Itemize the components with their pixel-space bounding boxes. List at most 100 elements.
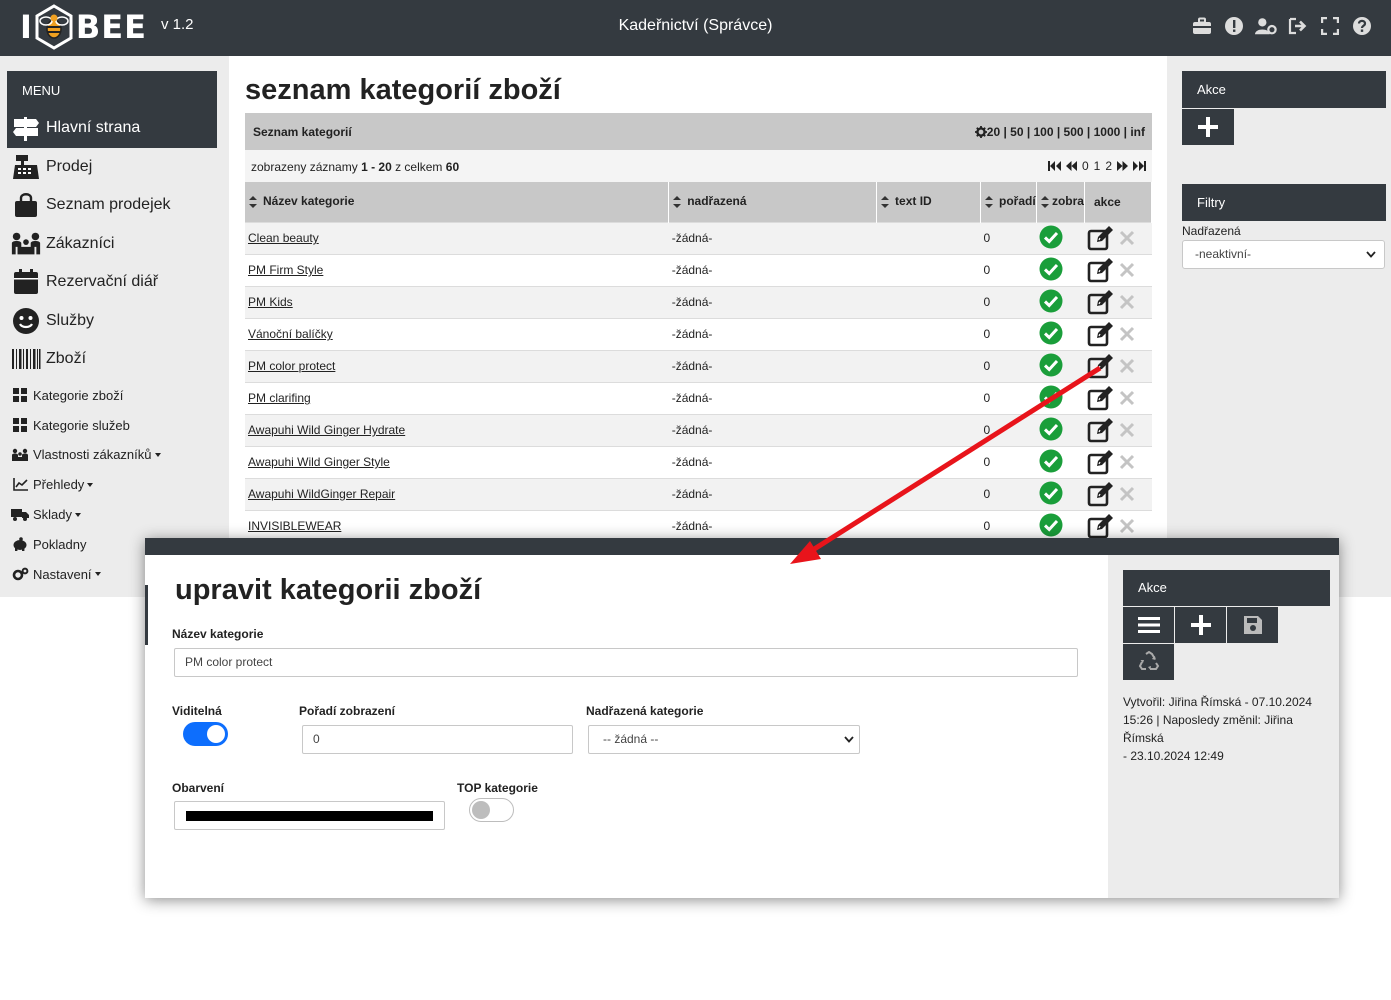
category-link[interactable]: Awapuhi Wild Ginger Style	[248, 455, 390, 469]
help-icon[interactable]	[1351, 14, 1373, 38]
page-link[interactable]: 2	[1105, 159, 1112, 173]
check-circle-icon[interactable]	[1039, 289, 1063, 313]
category-link[interactable]: PM Kids	[248, 295, 293, 309]
sidebar-item-prodej[interactable]: Prodej	[7, 148, 217, 187]
fullscreen-icon[interactable]	[1319, 14, 1341, 38]
color-picker[interactable]	[174, 801, 445, 830]
category-link[interactable]: PM Firm Style	[248, 263, 323, 277]
edit-icon[interactable]	[1087, 449, 1115, 475]
filter-parent-select[interactable]: -neaktivní-	[1182, 240, 1385, 269]
sidebar-item-prehledy[interactable]: Přehledy	[7, 470, 217, 500]
next-page-icon[interactable]	[1117, 161, 1128, 171]
edit-icon[interactable]	[1087, 225, 1115, 251]
list-button[interactable]	[1123, 607, 1174, 643]
sidebar-item-rezervacni-diar[interactable]: Rezervační diář	[7, 263, 217, 302]
visible-toggle[interactable]	[183, 722, 228, 746]
table-header-row: Název kategorie nadřazená text ID pořadí…	[245, 182, 1153, 222]
add-category-button[interactable]	[1182, 109, 1234, 145]
category-name-cell: Awapuhi WildGinger Repair	[245, 477, 669, 510]
name-input[interactable]: PM color protect	[174, 648, 1078, 677]
chart-icon	[11, 477, 29, 493]
edit-icon[interactable]	[1087, 513, 1115, 539]
category-link[interactable]: PM clarifing	[248, 391, 311, 405]
edit-icon[interactable]	[1087, 289, 1115, 315]
sidebar-item-kategorie-zbozi[interactable]: Kategorie zboží	[7, 381, 217, 411]
delete-icon[interactable]	[1119, 230, 1135, 246]
column-header-text-id[interactable]: text ID	[876, 182, 981, 222]
edit-icon[interactable]	[1087, 385, 1115, 411]
parent-cell: -žádná-	[668, 317, 877, 350]
parent-cell: -žádná-	[668, 413, 877, 446]
check-circle-icon[interactable]	[1039, 513, 1063, 537]
page-size-options[interactable]: 20 | 50 | 100 | 500 | 1000 | inf	[987, 125, 1145, 139]
sidebar-item-label: Přehledy	[33, 477, 85, 493]
prev-page-icon[interactable]	[1065, 161, 1077, 171]
page-size-selector[interactable]: 20 | 50 | 100 | 500 | 1000 | inf	[974, 125, 1145, 139]
last-page-icon[interactable]	[1133, 161, 1146, 171]
delete-icon[interactable]	[1119, 422, 1135, 438]
check-circle-icon[interactable]	[1039, 257, 1063, 281]
page-link[interactable]: 0	[1082, 159, 1089, 173]
check-circle-icon[interactable]	[1039, 353, 1063, 377]
delete-icon[interactable]	[1119, 390, 1135, 406]
top-category-toggle[interactable]	[469, 798, 514, 822]
sidebar-item-vlastnosti-zakazniku[interactable]: Vlastnosti zákazníků	[7, 440, 217, 470]
delete-icon[interactable]	[1119, 454, 1135, 470]
parent-category-select[interactable]: -- žádná --	[588, 725, 860, 754]
sidebar-item-zbozi[interactable]: Zboží	[7, 340, 217, 379]
sidebar-item-zakaznici[interactable]: Zákazníci	[7, 225, 217, 264]
column-header-order[interactable]: pořadí	[980, 182, 1037, 222]
parent-cell: -žádná-	[668, 349, 877, 382]
order-input[interactable]: 0	[302, 725, 573, 754]
sidebar-item-sklady[interactable]: Sklady	[7, 500, 217, 530]
edit-icon[interactable]	[1087, 321, 1115, 347]
dropdown-caret-icon	[87, 482, 94, 487]
alert-icon[interactable]	[1223, 14, 1245, 38]
text-id-cell	[876, 349, 981, 382]
delete-icon[interactable]	[1119, 294, 1135, 310]
check-circle-icon[interactable]	[1039, 385, 1063, 409]
category-link[interactable]: PM color protect	[248, 359, 335, 373]
sidebar-item-label: Kategorie služeb	[33, 417, 130, 433]
edit-icon[interactable]	[1087, 417, 1115, 443]
sidebar-item-label: Seznam prodejek	[46, 196, 171, 214]
briefcase-icon[interactable]	[1191, 14, 1213, 38]
page-link[interactable]: 1	[1094, 159, 1101, 173]
check-circle-icon[interactable]	[1039, 481, 1063, 505]
check-circle-icon[interactable]	[1039, 417, 1063, 441]
edit-icon[interactable]	[1087, 257, 1115, 283]
sidebar-item-seznam-prodejek[interactable]: Seznam prodejek	[7, 186, 217, 225]
visible-cell	[1036, 285, 1085, 318]
sidebar-item-hlavni-strana[interactable]: Hlavní strana	[7, 109, 217, 148]
actions-cell	[1084, 445, 1152, 478]
delete-icon[interactable]	[1119, 358, 1135, 374]
logout-icon[interactable]	[1287, 14, 1309, 38]
check-circle-icon[interactable]	[1039, 225, 1063, 249]
add-button[interactable]	[1175, 607, 1226, 643]
category-link[interactable]: Vánoční balíčky	[248, 327, 333, 341]
column-header-parent[interactable]: nadřazená	[668, 182, 878, 222]
sidebar-item-sluzby[interactable]: Služby	[7, 302, 217, 341]
recycle-button[interactable]	[1123, 644, 1174, 680]
sidebar-item-kategorie-sluzeb[interactable]: Kategorie služeb	[7, 410, 217, 440]
parent-cell: -žádná-	[668, 253, 877, 286]
first-page-icon[interactable]	[1047, 161, 1061, 171]
select-value: -neaktivní-	[1195, 247, 1252, 261]
save-button[interactable]	[1227, 607, 1278, 643]
dialog-title: upravit kategorii zboží	[175, 574, 482, 606]
column-header-name[interactable]: Název kategorie	[245, 182, 670, 222]
category-link[interactable]: Awapuhi Wild Ginger Hydrate	[248, 423, 405, 437]
check-circle-icon[interactable]	[1039, 449, 1063, 473]
edit-icon[interactable]	[1087, 481, 1115, 507]
edit-icon[interactable]	[1087, 353, 1115, 379]
delete-icon[interactable]	[1119, 518, 1135, 534]
delete-icon[interactable]	[1119, 326, 1135, 342]
category-link[interactable]: Clean beauty	[248, 231, 319, 245]
user-cog-icon[interactable]	[1255, 14, 1277, 38]
category-link[interactable]: Awapuhi WildGinger Repair	[248, 487, 395, 501]
column-header-visible[interactable]: zobraz	[1036, 182, 1085, 222]
delete-icon[interactable]	[1119, 262, 1135, 278]
delete-icon[interactable]	[1119, 486, 1135, 502]
category-link[interactable]: INVISIBLEWEAR	[248, 519, 341, 533]
check-circle-icon[interactable]	[1039, 321, 1063, 345]
